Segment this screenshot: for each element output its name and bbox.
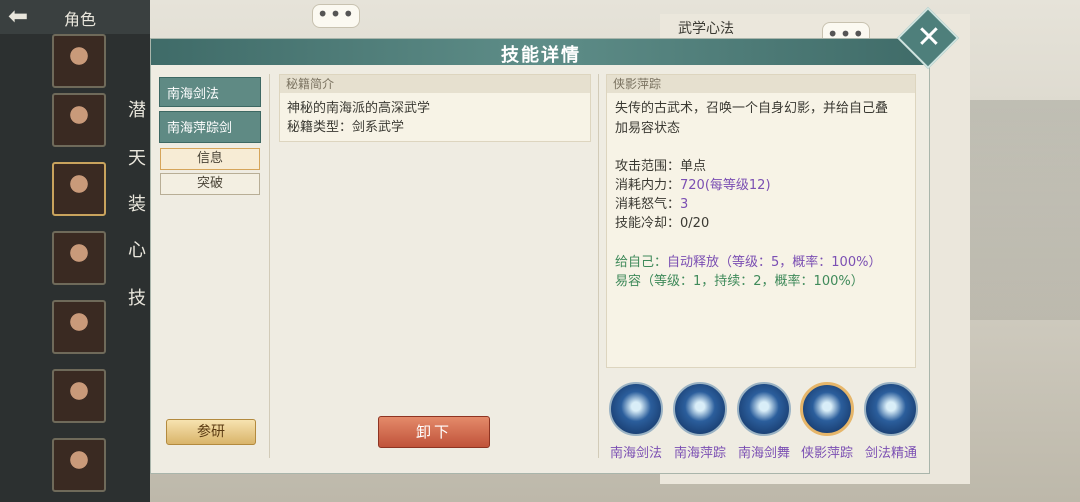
- skill-icon[interactable]: [864, 382, 918, 436]
- skill-name: 侠影萍踪: [800, 446, 853, 461]
- effect-value: 自动释放（等级：5，概率：100%）: [667, 255, 882, 270]
- stat-label: 消耗内力：: [615, 178, 681, 193]
- research-button[interactable]: 参研: [166, 419, 256, 445]
- skill-icon-selected[interactable]: [800, 382, 854, 436]
- role-title: 角色: [64, 10, 97, 29]
- detail-desc: 失传的古武术，召唤一个自身幻影，并给自己叠: [615, 101, 889, 116]
- stat-value: 3: [680, 197, 689, 212]
- back-arrow-icon[interactable]: ⬅: [8, 4, 48, 30]
- intro-line: 秘籍类型：剑系武学: [287, 120, 405, 135]
- character-portrait[interactable]: [52, 369, 106, 423]
- close-icon[interactable]: ✕: [914, 20, 944, 56]
- skill-icon[interactable]: [609, 382, 663, 436]
- side-menu-item[interactable]: 技: [128, 284, 146, 310]
- subtab-breakthrough[interactable]: 突破: [160, 173, 260, 195]
- character-portrait[interactable]: [52, 93, 106, 147]
- modal-title: 技能详情: [501, 45, 581, 66]
- subtab-info[interactable]: 信息: [160, 148, 260, 170]
- stat-value: 单点: [680, 159, 707, 174]
- stat-label: 攻击范围：: [615, 159, 681, 174]
- stat-value: 0/20: [680, 216, 710, 231]
- stat-label: 技能冷却：: [615, 216, 681, 231]
- character-portrait[interactable]: [52, 231, 106, 285]
- skill-name: 剑法精通: [864, 446, 917, 461]
- detail-heading: 侠影萍踪: [607, 75, 915, 93]
- side-menu-item[interactable]: 潜: [128, 96, 146, 122]
- stat-value: 720(每等级12): [680, 178, 771, 193]
- tab-skill-book[interactable]: 南海剑法: [159, 77, 261, 107]
- effect-label: 给自己：: [615, 255, 668, 270]
- right-panel-heading: 武学心法: [678, 21, 734, 37]
- detail-desc: 加易容状态: [615, 121, 681, 136]
- intro-line: 神秘的南海派的高深武学: [287, 101, 431, 116]
- skill-name: 南海剑舞: [737, 446, 790, 461]
- character-portrait[interactable]: [52, 300, 106, 354]
- character-portrait[interactable]: [52, 34, 106, 88]
- skill-icon[interactable]: [673, 382, 727, 436]
- pavilion-backdrop: [970, 100, 1080, 320]
- tab-skill-book[interactable]: 南海萍踪剑: [159, 111, 261, 143]
- stat-label: 消耗怒气：: [615, 197, 681, 212]
- side-menu-item[interactable]: 天: [128, 144, 146, 170]
- skill-name: 南海萍踪: [673, 446, 726, 461]
- unequip-button[interactable]: 卸下: [378, 416, 490, 448]
- character-portrait-selected[interactable]: [52, 162, 106, 216]
- effect-disguise: 易容（等级：1，持续：2，概率：100%）: [615, 274, 864, 289]
- intro-heading: 秘籍简介: [280, 75, 590, 93]
- skill-name: 南海剑法: [609, 446, 662, 461]
- side-menu-item[interactable]: 装: [128, 190, 146, 216]
- chat-bubble-icon[interactable]: •••: [312, 4, 360, 28]
- divider: [598, 74, 599, 458]
- skill-icon[interactable]: [737, 382, 791, 436]
- side-menu-item[interactable]: 心: [128, 236, 146, 262]
- character-portrait[interactable]: [52, 438, 106, 492]
- divider: [269, 74, 270, 458]
